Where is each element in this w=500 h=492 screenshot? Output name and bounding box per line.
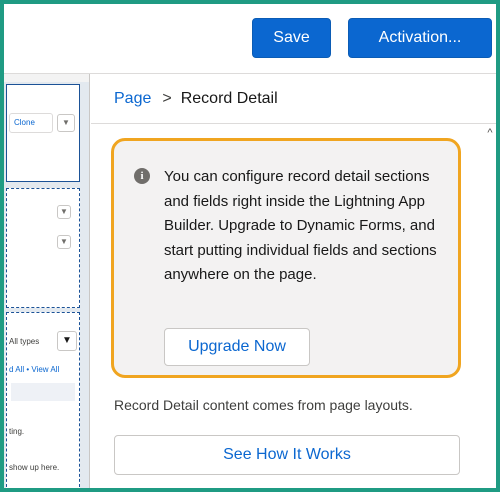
filter-all-types-label: All types: [9, 337, 40, 346]
page-canvas-preview[interactable]: Clone ▼ ▼ ▼ All types ▼ d All • View All…: [4, 74, 90, 488]
chevron-down-icon: ▼: [60, 237, 68, 246]
field-dropdown-1[interactable]: ▼: [57, 205, 71, 219]
properties-panel: Page > Record Detail ^ i You can configu…: [91, 74, 496, 488]
breadcrumb-page-link[interactable]: Page: [114, 90, 151, 108]
info-message: You can configure record detail sections…: [164, 168, 437, 283]
app-window: Save Activation... Clone ▼ ▼ ▼ All types…: [0, 0, 500, 492]
dynamic-forms-info-box: i You can configure record detail sectio…: [111, 138, 461, 378]
chevron-down-icon: ▼: [62, 118, 70, 127]
view-all-links[interactable]: d All • View All: [9, 365, 59, 374]
partial-text-1: ting.: [9, 427, 25, 436]
top-toolbar: Save Activation...: [4, 4, 496, 74]
filter-icon[interactable]: ▼: [57, 331, 77, 351]
see-how-it-works-button[interactable]: See How It Works: [114, 435, 460, 475]
clone-button[interactable]: Clone: [9, 113, 53, 133]
record-detail-component[interactable]: ▼ ▼: [6, 188, 80, 308]
activation-button[interactable]: Activation...: [348, 18, 492, 58]
field-dropdown-2[interactable]: ▼: [57, 235, 71, 249]
highlights-panel-component[interactable]: Clone ▼: [6, 84, 80, 182]
related-list-component[interactable]: All types ▼ d All • View All ting. show …: [6, 312, 80, 488]
breadcrumb-separator: >: [162, 89, 172, 107]
placeholder-row: [11, 383, 75, 401]
breadcrumb: Page > Record Detail: [91, 74, 496, 124]
chevron-down-icon: ▼: [60, 207, 68, 216]
canvas-top-strip: [4, 74, 89, 82]
save-button[interactable]: Save: [252, 18, 331, 58]
layout-content-note: Record Detail content comes from page la…: [114, 397, 413, 413]
partial-text-2: show up here.: [9, 463, 60, 472]
scroll-up-icon[interactable]: ^: [484, 126, 496, 140]
actions-dropdown[interactable]: ▼: [57, 114, 75, 132]
breadcrumb-current: Record Detail: [180, 89, 278, 107]
info-icon: i: [134, 168, 150, 184]
upgrade-now-button[interactable]: Upgrade Now: [164, 328, 310, 366]
